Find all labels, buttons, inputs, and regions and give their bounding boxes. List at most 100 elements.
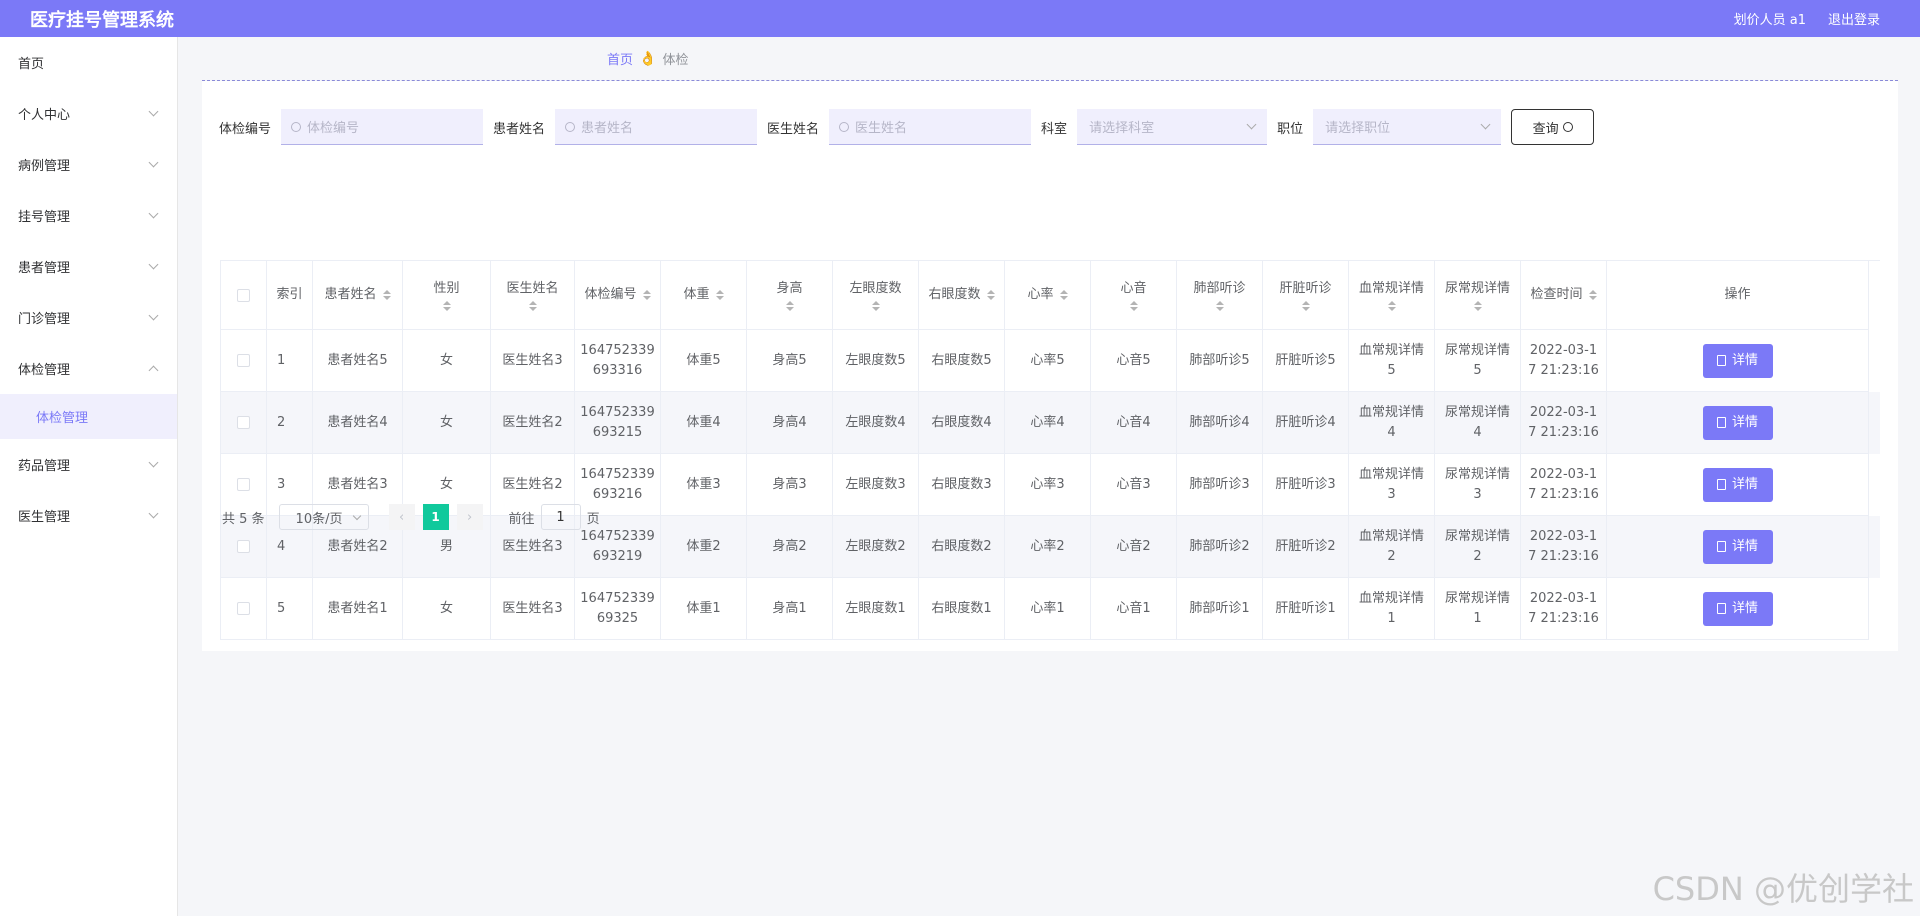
sort-icon[interactable] — [442, 301, 451, 311]
doctor-name-placeholder: 医生姓名 — [855, 121, 908, 136]
sidebar-item-physical-exam[interactable]: 体检管理 — [0, 343, 177, 394]
detail-button[interactable]: 详情 — [1702, 467, 1773, 502]
sort-icon[interactable] — [382, 290, 391, 300]
column-header[interactable]: 血常规详情 — [1349, 261, 1435, 330]
column-header[interactable]: 体检编号 — [575, 261, 661, 330]
column-header[interactable]: 心率 — [1005, 261, 1091, 330]
detail-button[interactable]: 详情 — [1702, 591, 1773, 626]
table-cell: 164752339 693316 — [575, 330, 661, 392]
sort-icon[interactable] — [1588, 290, 1597, 300]
sidebar-item-doctors[interactable]: 医生管理 — [0, 490, 177, 541]
column-header[interactable]: 尿常规详情 — [1435, 261, 1521, 330]
detail-button[interactable]: 详情 — [1702, 343, 1773, 378]
action-cell: 详情 — [1607, 392, 1869, 454]
exam-no-input[interactable]: 体检编号 — [281, 109, 484, 145]
department-placeholder: 请选择科室 — [1089, 121, 1155, 136]
sidebar-subitem-physical-exam[interactable]: 体检管理 — [0, 394, 177, 439]
table-cell: 左眼度数3 — [833, 454, 919, 516]
sort-icon[interactable] — [1059, 290, 1068, 300]
exam-table: 索引 患者姓名 性别 医生姓名 体检编号 体重 身高 左眼度数 右眼度数 心率 心音 肺部听诊 肝脏听诊… — [220, 260, 1880, 640]
row-checkbox[interactable] — [237, 478, 250, 491]
table-cell: 患者姓名4 — [313, 392, 403, 454]
detail-button[interactable]: 详情 — [1702, 405, 1773, 440]
column-header[interactable]: 右眼度数 — [919, 261, 1005, 330]
table-row: 2 患者姓名4 女医生姓名2 164752339 693215 体重4 身高4 左眼度数4 右… — [221, 392, 1880, 454]
sidebar-item-label: 门诊管理 — [18, 312, 71, 327]
column-header[interactable]: 患者姓名 — [313, 261, 403, 330]
column-header[interactable]: 检查时间 — [1521, 261, 1607, 330]
column-header[interactable]: 体重 — [661, 261, 747, 330]
sidebar-item-home[interactable]: 首页 — [0, 37, 177, 88]
column-header-label: 患者姓名 — [324, 287, 377, 302]
table-cell: 左眼度数2 — [833, 516, 919, 578]
column-header-label: 心音 — [1120, 281, 1147, 296]
sort-icon[interactable] — [871, 301, 880, 311]
breadcrumb-current: 体检 — [662, 53, 689, 68]
table-cell: 肺部听诊4 — [1177, 392, 1263, 454]
sidebar-item-outpatient[interactable]: 门诊管理 — [0, 292, 177, 343]
row-checkbox[interactable] — [237, 540, 250, 553]
sidebar-item-medicine[interactable]: 药品管理 — [0, 439, 177, 490]
column-header[interactable]: 左眼度数 — [833, 261, 919, 330]
sort-icon[interactable] — [715, 290, 724, 300]
table-cell: 肺部听诊3 — [1177, 454, 1263, 516]
table-cell: 身高1 — [747, 578, 833, 640]
sort-icon[interactable] — [785, 301, 794, 311]
column-header[interactable]: 肺部听诊 — [1177, 261, 1263, 330]
column-header[interactable]: 性别 — [403, 261, 491, 330]
pagination: 共 5 条 10条/页 ‹ 1 › 前往 1 页 — [222, 504, 600, 530]
patient-name-input[interactable]: 患者姓名 — [555, 109, 758, 145]
goto-page-input[interactable]: 1 — [540, 504, 581, 530]
sidebar-item-profile[interactable]: 个人中心 — [0, 88, 177, 139]
table-cell: 尿常规详情 1 — [1435, 578, 1521, 640]
sidebar-item-registration[interactable]: 挂号管理 — [0, 190, 177, 241]
detail-button[interactable]: 详情 — [1702, 529, 1773, 564]
table-cell: 164752339 693215 — [575, 392, 661, 454]
sort-icon[interactable] — [642, 290, 651, 300]
row-checkbox[interactable] — [237, 416, 250, 429]
query-button[interactable]: 查询 — [1511, 109, 1595, 145]
column-header[interactable]: 心音 — [1091, 261, 1177, 330]
chevron-down-icon — [148, 106, 159, 117]
row-checkbox[interactable] — [237, 602, 250, 615]
select-all-checkbox[interactable] — [237, 288, 250, 302]
row-checkbox[interactable] — [237, 354, 250, 367]
position-select[interactable]: 请选择职位 — [1313, 109, 1502, 145]
column-header[interactable]: 肝脏听诊 — [1263, 261, 1349, 330]
next-page-button[interactable]: › — [456, 504, 483, 530]
sidebar-item-cases[interactable]: 病例管理 — [0, 139, 177, 190]
table-cell: 2022-03-1 7 21:23:16 — [1521, 392, 1607, 454]
page-number-active[interactable]: 1 — [422, 504, 449, 530]
sort-icon[interactable] — [1215, 301, 1224, 311]
sort-icon[interactable] — [1473, 301, 1482, 311]
goto-suffix: 页 — [586, 511, 600, 527]
column-header[interactable]: 身高 — [747, 261, 833, 330]
action-cell: 详情 — [1607, 516, 1869, 578]
column-header[interactable]: 医生姓名 — [491, 261, 575, 330]
page-size-select[interactable]: 10条/页 — [278, 504, 369, 530]
breadcrumb-home[interactable]: 首页 — [607, 49, 633, 68]
table-cell: 尿常规详情 2 — [1435, 516, 1521, 578]
sidebar-item-label: 挂号管理 — [18, 210, 71, 225]
logout-link[interactable]: 退出登录 — [1828, 9, 1880, 28]
table-cell: 左眼度数5 — [833, 330, 919, 392]
query-button-label: 查询 — [1532, 121, 1559, 137]
watermark: CSDN @优创学社 — [1652, 870, 1914, 908]
sort-icon[interactable] — [1301, 301, 1310, 311]
table-cell: 血常规详情 3 — [1349, 454, 1435, 516]
row-checkbox-cell — [221, 578, 267, 640]
chevron-down-icon — [352, 511, 361, 521]
doctor-name-input[interactable]: 医生姓名 — [829, 109, 1032, 145]
sort-icon[interactable] — [1387, 301, 1396, 311]
table-cell: 尿常规详情 3 — [1435, 454, 1521, 516]
department-select[interactable]: 请选择科室 — [1077, 109, 1268, 145]
sort-icon[interactable] — [528, 301, 537, 311]
chevron-down-icon — [148, 157, 159, 168]
sort-icon[interactable] — [1129, 301, 1138, 311]
document-icon — [1716, 417, 1726, 428]
prev-page-button[interactable]: ‹ — [388, 504, 415, 530]
sidebar-item-patients[interactable]: 患者管理 — [0, 241, 177, 292]
column-header: 操作 — [1607, 261, 1869, 330]
table-cell: 1 — [267, 330, 313, 392]
sort-icon[interactable] — [986, 290, 995, 300]
